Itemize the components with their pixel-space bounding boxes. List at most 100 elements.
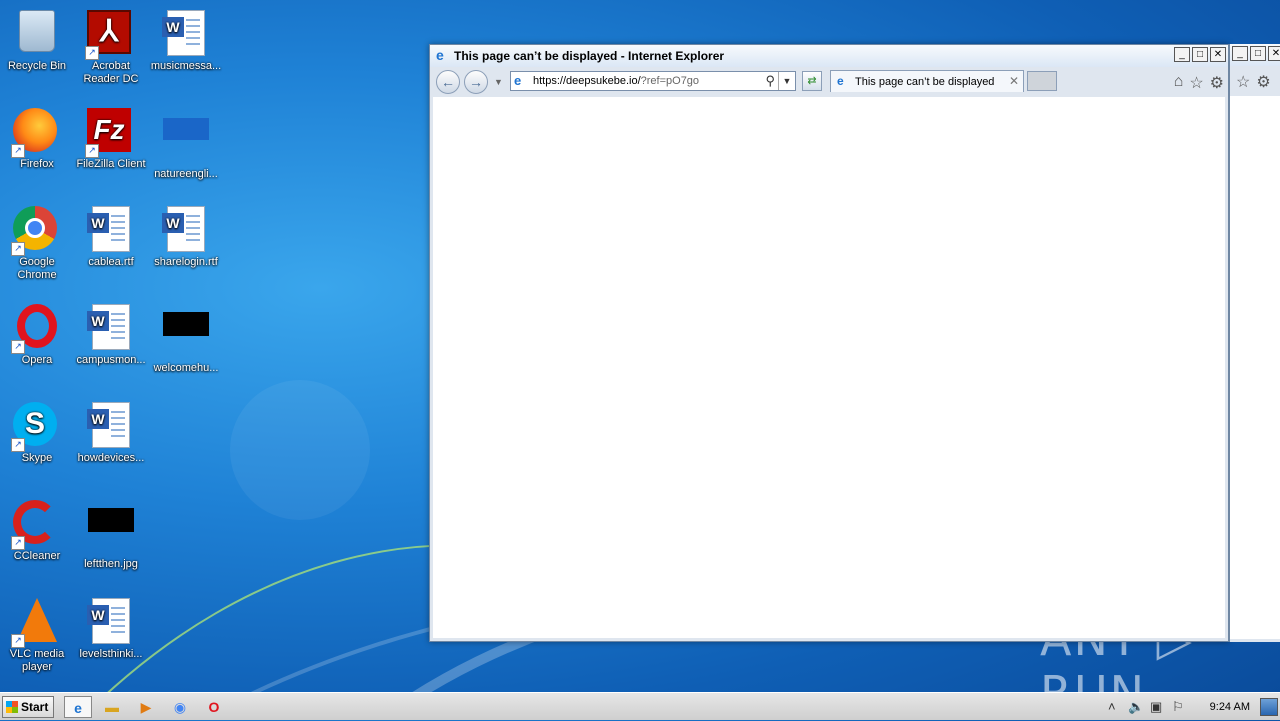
close-button[interactable]: ✕ xyxy=(1210,47,1226,62)
desktop-icon-skype[interactable]: S ↗ Skype xyxy=(0,398,74,488)
back-button[interactable]: ← xyxy=(436,70,460,94)
desktop-icon-opera[interactable]: ↗ Opera xyxy=(0,300,74,390)
maximize-button[interactable]: □ xyxy=(1250,46,1266,61)
refresh-icon: ⇄ xyxy=(807,75,817,87)
desktop-icon-levelsthinki[interactable]: W levelsthinki... xyxy=(74,594,148,684)
word-document-icon: W xyxy=(162,10,205,56)
tab-active[interactable]: e This page can’t be displayed ✕ xyxy=(830,70,1024,92)
media-player-icon: ▶ xyxy=(140,699,152,715)
desktop-icon-welcomehu[interactable]: welcomehu... xyxy=(149,300,223,390)
desktop-icon-label: leftthen.jpg xyxy=(84,558,138,570)
favorites-star-icon[interactable]: ☆ xyxy=(1236,72,1250,92)
desktop-icon-cablea[interactable]: W cablea.rtf xyxy=(74,202,148,292)
desktop-icon-label: sharelogin.rtf xyxy=(154,256,218,268)
tab-close-icon[interactable]: ✕ xyxy=(1009,74,1019,88)
shortcut-arrow-icon: ↗ xyxy=(85,144,99,158)
taskbar-opera[interactable]: O xyxy=(200,696,228,718)
desktop-icon-label: natureengli... xyxy=(154,168,218,180)
desktop-icon-acrobat[interactable]: ⅄ ↗ Acrobat Reader DC xyxy=(74,6,148,96)
opera-icon: O xyxy=(208,699,220,715)
home-icon[interactable]: ⌂ xyxy=(1174,73,1184,93)
desktop-icon-ccleaner[interactable]: ↗ CCleaner xyxy=(0,496,74,586)
ie-icon: e xyxy=(436,47,444,63)
refresh-button[interactable]: ⇄ xyxy=(802,71,822,91)
word-document-icon: W xyxy=(87,598,130,644)
settings-gear-icon[interactable]: ⚙ xyxy=(1256,72,1270,92)
desktop-icon-label: Firefox xyxy=(20,158,54,170)
show-hidden-icons-icon[interactable]: ˄ xyxy=(1108,699,1116,714)
address-url[interactable]: https://deepsukebe.io/?ref=pO7go xyxy=(533,75,699,87)
desktop-icon-campusmon[interactable]: W campusmon... xyxy=(74,300,148,390)
search-icon[interactable]: ⚲ xyxy=(765,73,775,89)
desktop-icon-label: Google Chrome xyxy=(17,256,57,281)
desktop-icon-leftthen[interactable]: leftthen.jpg xyxy=(74,496,148,586)
recycle-bin-icon xyxy=(19,10,55,52)
ie-page-icon: e xyxy=(514,73,522,88)
title-bar-secondary[interactable]: _ □ ✕ xyxy=(1230,44,1280,66)
desktop-icon-label: howdevices... xyxy=(77,452,145,464)
forward-button[interactable]: → xyxy=(464,70,488,94)
desktop-icon-musicmessa[interactable]: W musicmessa... xyxy=(149,6,223,96)
desktop-icon-firefox[interactable]: ↗ Firefox xyxy=(0,104,74,194)
settings-gear-icon[interactable]: ⚙ xyxy=(1210,73,1224,93)
system-tray: ˄ 🔈 ▣ ⚐ 9:24 AM xyxy=(1100,693,1280,721)
minimize-button[interactable]: _ xyxy=(1232,46,1248,61)
desktop-icon-recycle-bin[interactable]: Recycle Bin xyxy=(0,6,74,96)
shortcut-arrow-icon: ↗ xyxy=(11,438,25,452)
desktop-icon-label: FileZilla Client xyxy=(76,158,146,170)
show-desktop-button[interactable] xyxy=(1260,698,1278,716)
address-bar[interactable]: e https://deepsukebe.io/?ref=pO7go ⚲ ▼ xyxy=(510,71,796,91)
taskbar-explorer[interactable]: ▬ xyxy=(98,696,126,718)
minimize-button[interactable]: _ xyxy=(1174,47,1190,62)
desktop-icon-label: musicmessa... xyxy=(150,60,222,72)
tab-label: This page can’t be displayed xyxy=(855,76,995,88)
file-icon xyxy=(163,118,209,140)
start-button[interactable]: Start xyxy=(2,696,54,718)
shortcut-arrow-icon: ↗ xyxy=(11,340,25,354)
desktop-icon-label: CCleaner xyxy=(13,550,61,562)
back-arrow-icon: ← xyxy=(441,74,455,90)
desktop-icon-label: campusmon... xyxy=(76,354,146,366)
desktop-icon-label: Acrobat Reader DC xyxy=(83,60,139,85)
forward-arrow-icon: → xyxy=(469,74,483,90)
favorites-star-icon[interactable]: ☆ xyxy=(1189,73,1203,93)
shortcut-arrow-icon: ↗ xyxy=(11,144,25,158)
word-document-icon: W xyxy=(87,304,130,350)
page-content-secondary[interactable] xyxy=(1230,96,1280,639)
folder-icon: ▬ xyxy=(105,699,119,715)
desktop-icon-vlc[interactable]: ↗ VLC media player xyxy=(0,594,74,684)
desktop-icon-label: Skype xyxy=(21,452,53,464)
taskbar-media-player[interactable]: ▶ xyxy=(132,696,160,718)
volume-icon[interactable]: 🔈 xyxy=(1128,699,1144,715)
desktop-icon-google-chrome[interactable]: ↗ Google Chrome xyxy=(0,202,74,292)
taskbar-chrome[interactable]: ◉ xyxy=(166,696,194,718)
start-label: Start xyxy=(21,700,49,714)
desktop-icon-sharelogin[interactable]: W sharelogin.rtf xyxy=(149,202,223,292)
title-bar[interactable]: e This page can’t be displayed - Interne… xyxy=(430,45,1228,67)
clock[interactable]: 9:24 AM xyxy=(1210,701,1250,713)
desktop-icon-label: Recycle Bin xyxy=(7,60,67,72)
recent-pages-dropdown[interactable]: ▼ xyxy=(494,77,503,87)
close-button[interactable]: ✕ xyxy=(1268,46,1280,61)
page-content[interactable] xyxy=(433,97,1225,638)
chrome-icon: ◉ xyxy=(173,699,187,715)
desktop-icon-filezilla[interactable]: Fz ↗ FileZilla Client xyxy=(74,104,148,194)
new-tab-button[interactable] xyxy=(1027,71,1057,91)
shortcut-arrow-icon: ↗ xyxy=(11,536,25,550)
address-query: ?ref=pO7go xyxy=(640,75,700,87)
taskbar-internet-explorer[interactable]: e xyxy=(64,696,92,718)
shortcut-arrow-icon: ↗ xyxy=(11,242,25,256)
address-dropdown[interactable]: ▼ xyxy=(778,72,795,90)
desktop-icon-label: levelsthinki... xyxy=(79,648,143,660)
word-document-icon: W xyxy=(162,206,205,252)
navigation-bar: ← → ▼ e https://deepsukebe.io/?ref=pO7go… xyxy=(430,67,1228,97)
desktop-icon-howdevices[interactable]: W howdevices... xyxy=(74,398,148,488)
maximize-button[interactable]: □ xyxy=(1192,47,1208,62)
desktop-icon-label: Opera xyxy=(21,354,53,366)
ie-icon: e xyxy=(74,700,82,716)
action-center-flag-icon[interactable]: ⚐ xyxy=(1172,699,1184,715)
word-document-icon: W xyxy=(87,402,130,448)
desktop-icon-natureengli[interactable]: natureengli... xyxy=(149,104,223,194)
shortcut-arrow-icon: ↗ xyxy=(85,46,99,60)
network-icon[interactable]: ▣ xyxy=(1150,699,1162,715)
